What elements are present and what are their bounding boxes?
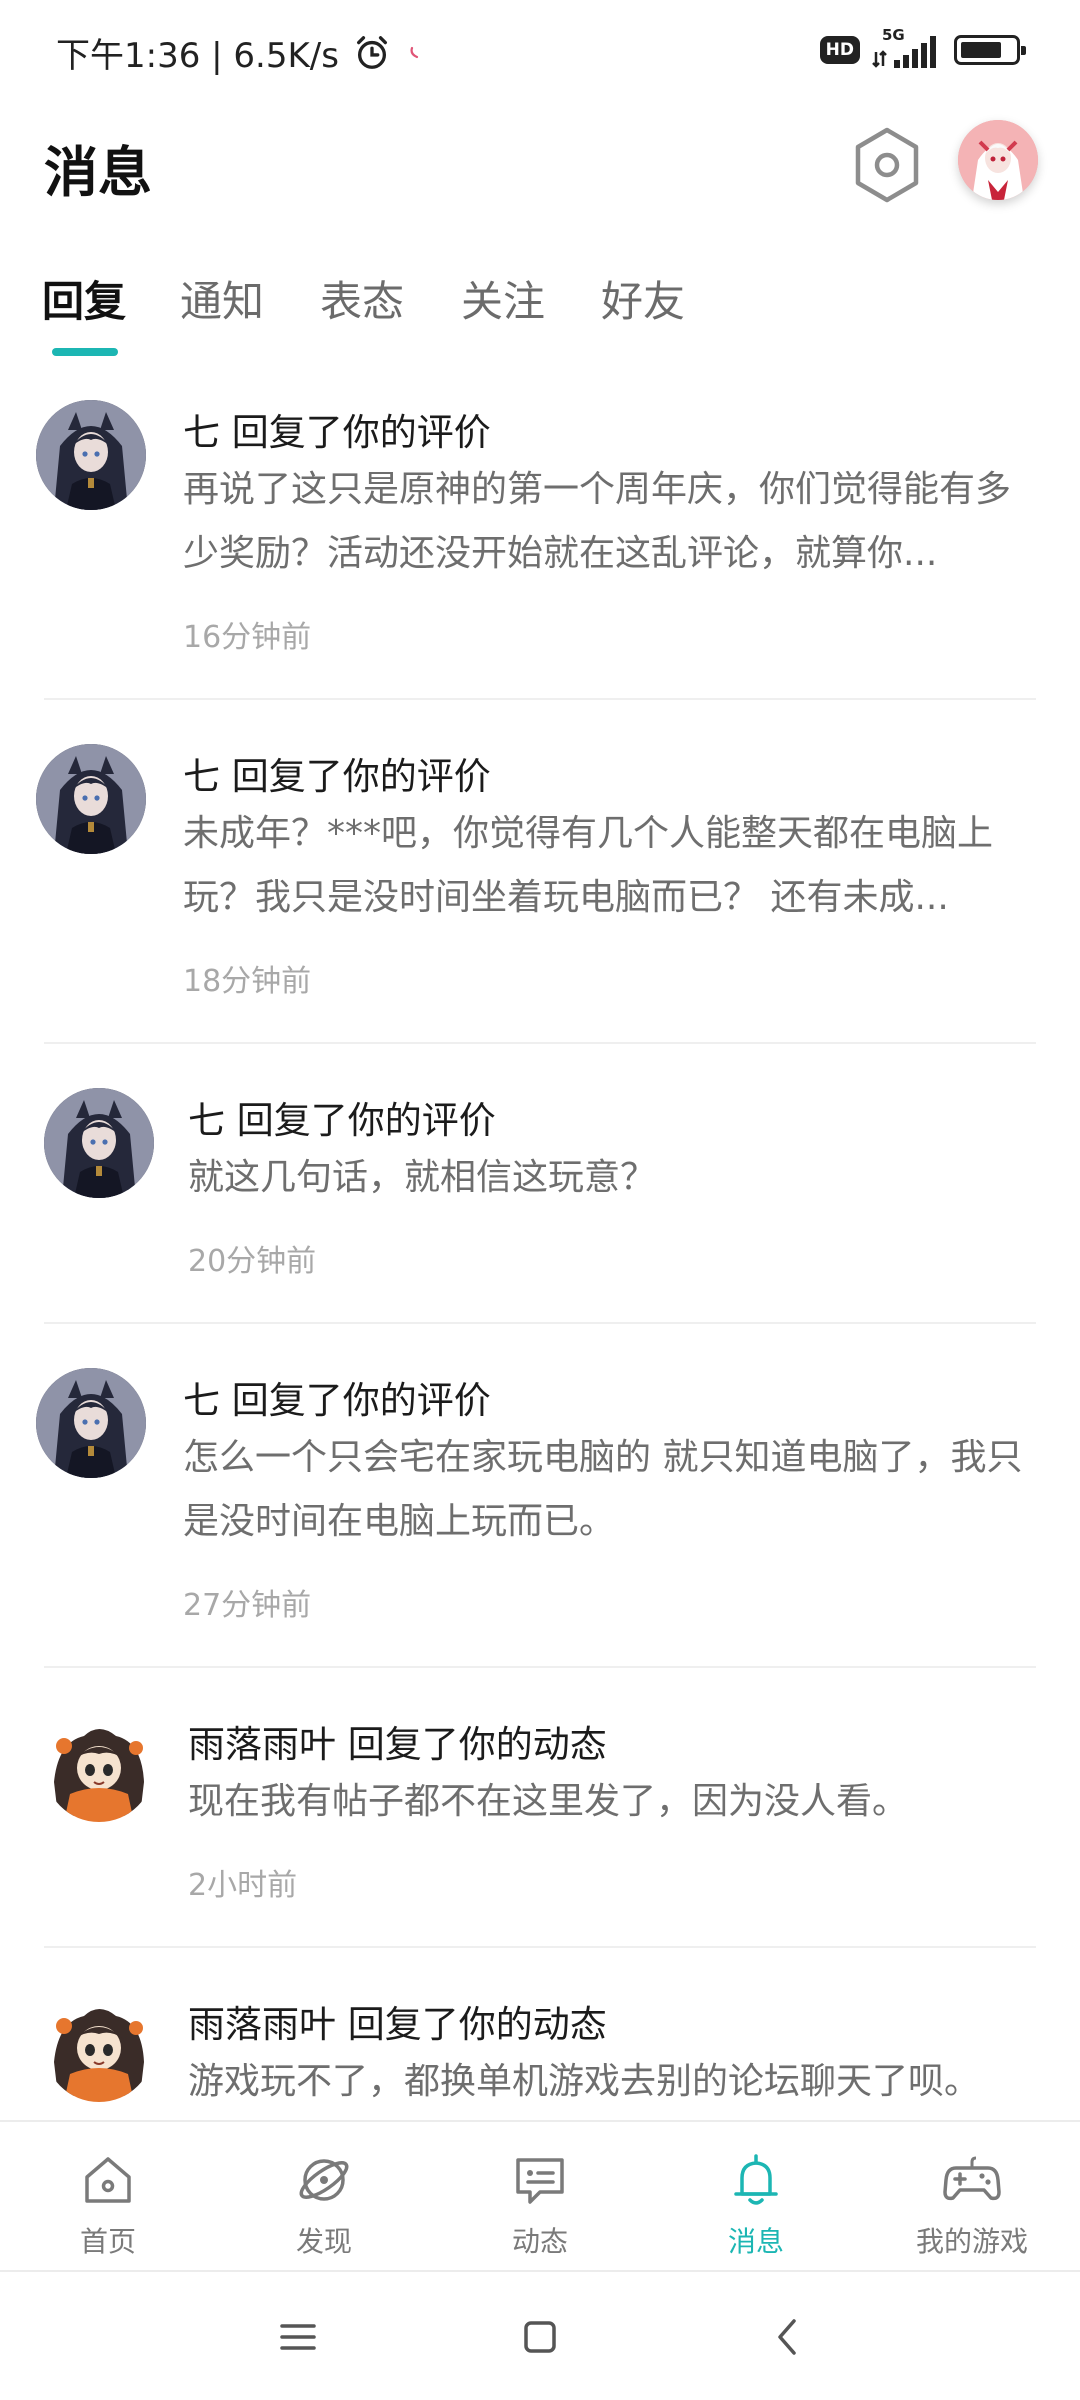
message-body: 未成年？***吧，你觉得有几个人能整天都在电脑上玩？我只是没时间坐着玩电脑而已？…: [183, 813, 994, 918]
tab-reactions[interactable]: 表态: [320, 268, 404, 329]
nav-messages[interactable]: 消息: [686, 2150, 826, 2260]
home-icon: [85, 2157, 131, 2203]
message-time: 20分钟前: [188, 1244, 317, 1279]
messages-screen: 下午1:36 | 6.5K/s HD 5G 消息 回复 通知 表态 关注 好友 …: [0, 0, 1080, 2400]
divider: [44, 1322, 1036, 1324]
nav-my-games[interactable]: 我的游戏: [902, 2150, 1042, 2260]
avatar[interactable]: [44, 1992, 154, 2102]
back-icon[interactable]: [758, 2312, 818, 2362]
message-title: 雨落雨叶 回复了你的动态: [188, 2003, 607, 2046]
bottom-nav: 首页 发现 动态 消息 我的游戏: [0, 2120, 1080, 2272]
nav-home[interactable]: 首页: [38, 2150, 178, 2260]
avatar[interactable]: [44, 1088, 154, 1198]
avatar[interactable]: [36, 1368, 146, 1478]
nav-label: 我的游戏: [915, 2225, 1028, 2258]
message-title: 七 回复了你的评价: [183, 755, 491, 798]
avatar[interactable]: [36, 744, 146, 854]
alarm-icon: [357, 35, 387, 69]
nav-feed[interactable]: 动态: [470, 2150, 610, 2260]
message-title: 七 回复了你的评价: [183, 1379, 491, 1422]
divider: [44, 1946, 1036, 1948]
discover-icon: [299, 2159, 349, 2201]
status-bar: 下午1:36 | 6.5K/s HD 5G: [0, 0, 1080, 100]
avatar[interactable]: [36, 400, 146, 510]
system-nav-bar: [0, 2274, 1080, 2400]
status-left: 下午1:36 | 6.5K/s: [56, 28, 419, 77]
message-time: 2小时前: [188, 1868, 298, 1903]
tab-notifications[interactable]: 通知: [180, 268, 264, 329]
tab-friends[interactable]: 好友: [601, 268, 685, 329]
signal-icon: 5G: [872, 26, 942, 70]
feed-icon: [516, 2158, 564, 2204]
tab-follows[interactable]: 关注: [461, 268, 545, 329]
status-time-speed: 下午1:36 | 6.5K/s: [56, 36, 339, 76]
message-body: 就这几句话，就相信这玩意？: [188, 1157, 657, 1198]
message-time: 16分钟前: [183, 620, 312, 655]
my-avatar[interactable]: [958, 112, 1038, 222]
home-square-icon[interactable]: [510, 2312, 570, 2362]
tab-reply[interactable]: 回复: [42, 268, 126, 329]
nav-label: 消息: [727, 2225, 784, 2258]
message-body: 再说了这只是原神的第一个周年庆，你们觉得能有多少奖励？活动还没开始就在这乱评论，…: [183, 469, 1012, 574]
message-body: 游戏玩不了，都换单机游戏去别的论坛聊天了呗。: [188, 2061, 981, 2102]
message-time: 27分钟前: [183, 1588, 312, 1623]
avatar[interactable]: [44, 1712, 154, 1822]
header: 消息: [0, 110, 1080, 240]
gamepad-icon: [943, 2156, 1001, 2201]
bell-icon: [734, 2154, 778, 2205]
nav-label: 发现: [295, 2225, 352, 2258]
menu-icon[interactable]: [268, 2312, 328, 2362]
hd-badge: HD: [819, 36, 860, 64]
message-title: 七 回复了你的评价: [183, 411, 491, 454]
message-body: 怎么一个只会宅在家玩电脑的 就只知道电脑了，我只是没时间在电脑上玩而已。: [183, 1437, 1023, 1542]
message-list: 七 回复了你的评价 再说了这只是原神的第一个周年庆，你们觉得能有多少奖励？活动还…: [0, 372, 1080, 2117]
notification-dot-icon: [410, 46, 419, 58]
battery-icon: [954, 35, 1026, 65]
message-time: 18分钟前: [183, 964, 312, 999]
nav-label: 首页: [79, 2225, 136, 2258]
message-title: 雨落雨叶 回复了你的动态: [188, 1723, 607, 1766]
network-type: 5G: [882, 26, 905, 44]
divider: [44, 1042, 1036, 1044]
divider: [44, 698, 1036, 700]
divider: [44, 1666, 1036, 1668]
settings-icon[interactable]: [852, 126, 922, 204]
tab-indicator: [52, 348, 118, 356]
status-right: HD 5G: [819, 26, 1026, 70]
nav-discover[interactable]: 发现: [254, 2150, 394, 2260]
my-avatar-image: [958, 120, 1038, 200]
message-title: 七 回复了你的评价: [188, 1099, 496, 1142]
page-title: 消息: [44, 141, 152, 204]
nav-label: 动态: [511, 2225, 568, 2258]
message-tabs: 回复 通知 表态 关注 好友: [0, 260, 1080, 360]
message-body: 现在我有帖子都不在这里发了，因为没人看。: [188, 1781, 909, 1822]
